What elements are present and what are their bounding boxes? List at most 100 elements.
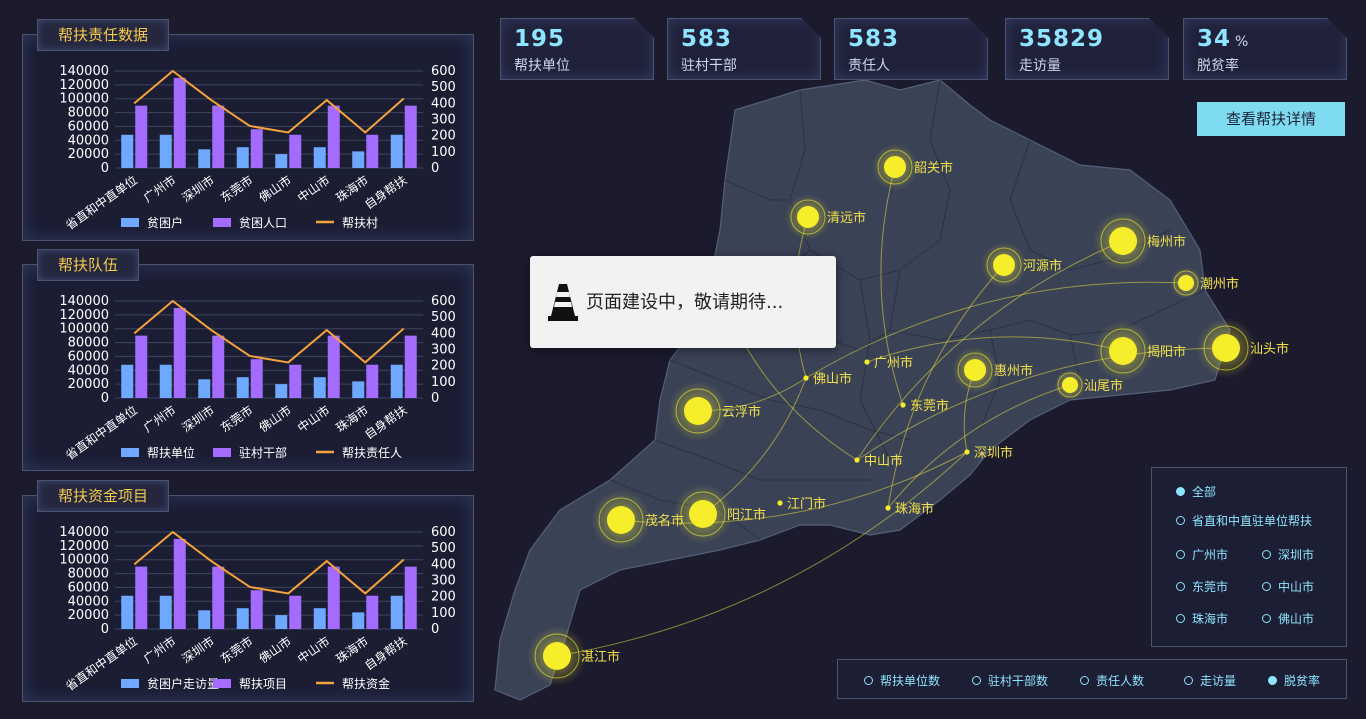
radio-icon (972, 676, 981, 685)
metric-poverty-rate[interactable]: 脱贫率 (1268, 672, 1320, 689)
bar-贫困户 (390, 134, 403, 168)
y-tick-left: 80000 (68, 106, 109, 121)
stat-label: 脱贫率 (1197, 58, 1239, 74)
y-tick-left: 0 (101, 161, 109, 176)
bar-贫困户走访量 (313, 608, 326, 629)
city-label: 深圳市 (974, 445, 1013, 461)
bar-帮扶项目 (135, 566, 148, 629)
panel-team: 帮扶队伍 140000 120000 100000 80000 60000 40000 20… (22, 249, 474, 471)
bar-帮扶项目 (404, 566, 417, 629)
metric-units[interactable]: 帮扶单位数 (864, 672, 940, 689)
legend-swatch (121, 218, 139, 227)
metric-selector: 帮扶单位数 驻村干部数 责任人数 走访量 脱贫率 (837, 659, 1347, 699)
filter-zhongshan[interactable]: 中山市 (1262, 578, 1314, 595)
y-tick-left: 100000 (59, 322, 109, 337)
filter-zhuhai[interactable]: 珠海市 (1176, 610, 1228, 627)
city-label: 清远市 (827, 210, 866, 226)
x-tick-label: 东莞市 (217, 172, 255, 205)
bar-帮扶单位 (198, 379, 211, 398)
city-label: 潮州市 (1200, 276, 1239, 292)
city-dot (993, 254, 1015, 276)
bar-驻村干部 (404, 335, 417, 398)
metric-cadres[interactable]: 驻村干部数 (972, 672, 1048, 689)
x-tick-label: 自身帮扶 (362, 172, 410, 212)
y-tick-left: 120000 (59, 78, 109, 93)
bar-贫困人口 (289, 134, 302, 168)
construction-dialog[interactable]: 页面建设中，敬请期待... (530, 256, 836, 348)
city-label: 珠海市 (895, 501, 934, 517)
city-marker: 汕头市 (1196, 318, 1289, 378)
city-dot (607, 506, 635, 534)
traffic-cone-icon (548, 284, 578, 321)
bar-贫困人口 (366, 134, 379, 168)
radio-icon (864, 676, 873, 685)
stat-cadres: 583 驻村干部 (667, 18, 821, 80)
y-tick-left: 100000 (59, 92, 109, 107)
bar-贫困户 (313, 147, 326, 168)
legend-label: 贫困户 (147, 215, 183, 230)
x-tick-label: 自身帮扶 (362, 633, 410, 673)
filter-provincial[interactable]: 省直和中直驻单位帮扶 (1176, 512, 1312, 529)
x-tick-label: 深圳市 (179, 172, 217, 205)
y-tick-right: 100 (431, 145, 456, 160)
team-chart: 1400001200001000008000060000400002000006… (59, 294, 456, 463)
legend-label: 帮扶单位 (147, 445, 195, 460)
legend-swatch (121, 679, 139, 688)
city-label: 阳江市 (727, 507, 766, 523)
bar-贫困户 (121, 134, 134, 168)
legend-label: 贫困户走访量 (147, 676, 219, 691)
stat-value: 583 (848, 26, 900, 52)
view-detail-button[interactable]: 查看帮扶详情 (1197, 102, 1345, 136)
stat-value: 195 (514, 26, 566, 52)
y-tick-left: 100000 (59, 553, 109, 568)
y-tick-left: 80000 (68, 567, 109, 582)
bar-贫困户走访量 (275, 615, 288, 629)
city-dot (900, 402, 906, 408)
bar-贫困人口 (327, 105, 340, 168)
y-tick-left: 20000 (68, 377, 109, 392)
filter-shenzhen[interactable]: 深圳市 (1262, 546, 1314, 563)
filter-foshan[interactable]: 佛山市 (1262, 610, 1314, 627)
legend-label: 帮扶责任人 (342, 445, 402, 460)
city-label: 中山市 (864, 453, 903, 469)
bar-贫困户 (198, 149, 211, 168)
city-dot (964, 449, 970, 455)
x-tick-label: 中山市 (294, 402, 332, 435)
bar-贫困户 (275, 154, 288, 168)
city-dot (884, 156, 906, 178)
y-tick-left: 80000 (68, 336, 109, 351)
bar-贫困户走访量 (236, 608, 249, 629)
panel-responsibility: 帮扶责任数据 140000 120000 100000 80000 60000 40000… (22, 19, 474, 241)
stat-value: 34% (1197, 26, 1250, 52)
filter-dongguan[interactable]: 东莞市 (1176, 578, 1228, 595)
radio-icon (1176, 582, 1185, 591)
y-tick-right: 0 (431, 391, 439, 406)
bar-贫困户 (159, 134, 172, 168)
y-tick-left: 140000 (59, 294, 109, 309)
metric-responsible[interactable]: 责任人数 (1080, 672, 1144, 689)
legend-swatch (213, 448, 231, 457)
bar-贫困户走访量 (198, 610, 211, 629)
bar-帮扶项目 (173, 538, 186, 629)
bar-贫困人口 (212, 105, 225, 168)
city-label: 汕尾市 (1084, 378, 1123, 394)
filter-all[interactable]: 全部 (1176, 483, 1216, 500)
city-label: 茂名市 (645, 513, 684, 529)
city-dot (777, 500, 783, 506)
region-filter: 全部 省直和中直驻单位帮扶 广州市 深圳市 东莞市 中山市 珠海市 佛山市 (1151, 467, 1347, 647)
bar-驻村干部 (212, 335, 225, 398)
x-tick-label: 佛山市 (256, 402, 294, 435)
filter-guangzhou[interactable]: 广州市 (1176, 546, 1228, 563)
city-dot (689, 500, 717, 528)
y-tick-left: 120000 (59, 308, 109, 323)
radio-icon (1080, 676, 1089, 685)
city-dot (803, 375, 809, 381)
city-dot (1109, 337, 1137, 365)
y-tick-right: 400 (431, 557, 456, 572)
y-tick-right: 500 (431, 310, 456, 325)
radio-icon (1262, 614, 1271, 623)
metric-visits[interactable]: 走访量 (1184, 672, 1236, 689)
y-tick-right: 100 (431, 375, 456, 390)
bar-帮扶单位 (313, 377, 326, 398)
x-tick-label: 佛山市 (256, 172, 294, 205)
